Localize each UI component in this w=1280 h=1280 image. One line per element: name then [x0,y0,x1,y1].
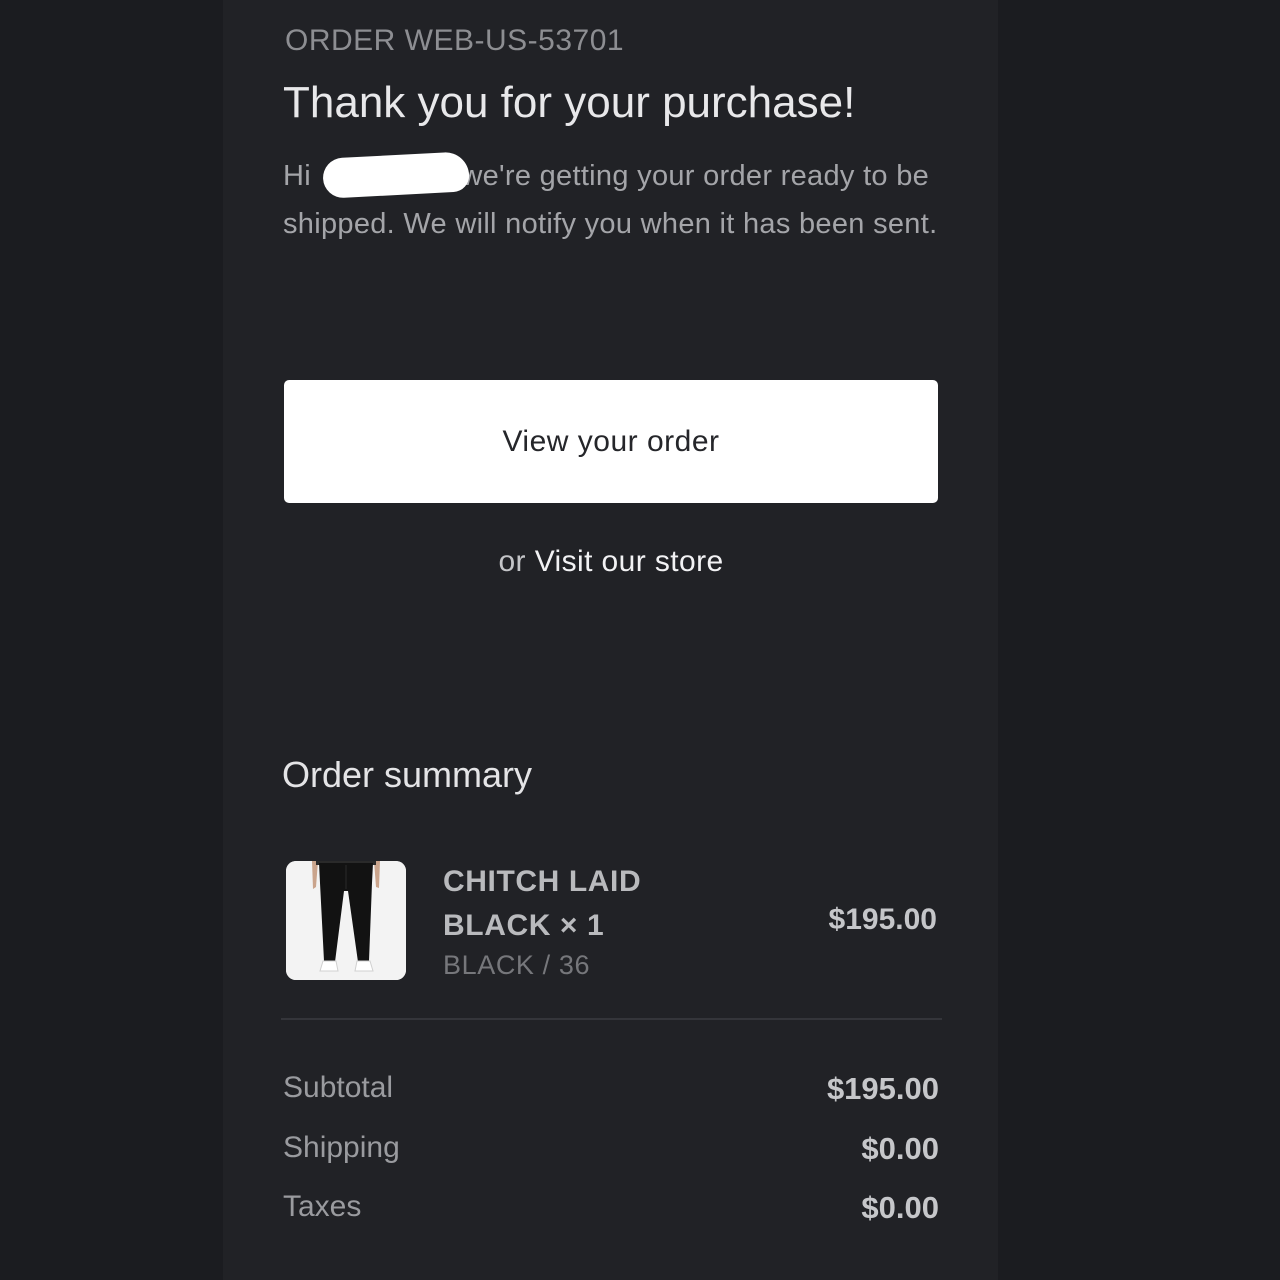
black-jeans-product-photo-icon [286,861,406,980]
redacted-name [322,151,471,199]
page-title: Thank you for your purchase! [283,78,856,127]
subtotal-label: Subtotal [283,1071,394,1104]
taxes-row: Taxes $0.00 [283,1190,939,1234]
shipping-value: $0.00 [861,1131,939,1166]
subtotal-row: Subtotal $195.00 [283,1071,939,1115]
shipping-label: Shipping [283,1131,400,1164]
visit-store-link[interactable]: Visit our store [535,545,724,578]
summary-divider [281,1018,942,1020]
taxes-label: Taxes [283,1190,362,1223]
item-variant: BLACK / 36 [443,950,591,980]
order-summary-heading: Order summary [282,754,533,795]
subtotal-value: $195.00 [826,1071,939,1106]
view-order-button[interactable]: View your order [284,380,938,503]
page: ORDER WEB-US-53701 Thank you for your pu… [0,0,1280,1280]
item-price: $195.00 [828,903,937,936]
shipping-row: Shipping $0.00 [283,1131,939,1175]
order-number: ORDER WEB-US-53701 [285,24,625,57]
item-name: CHITCH LAID BLACK × 1 [443,865,642,942]
visit-store-line: or Visit our store [0,545,1222,579]
greeting-text: Hi [283,160,311,192]
or-text: or [498,545,526,578]
product-thumbnail [286,861,406,980]
intro-paragraph: Hi we're getting your order ready to be … [283,151,953,248]
taxes-value: $0.00 [861,1190,939,1225]
